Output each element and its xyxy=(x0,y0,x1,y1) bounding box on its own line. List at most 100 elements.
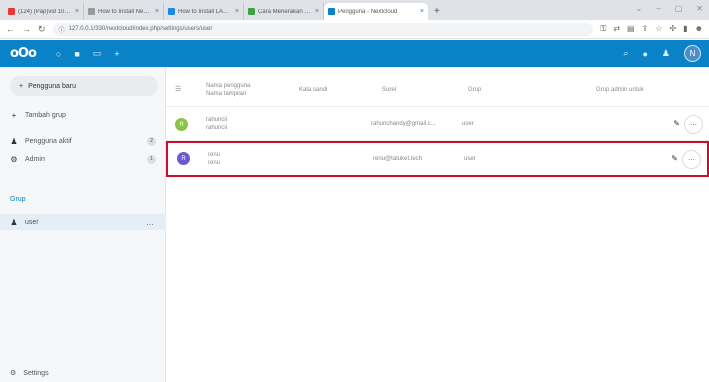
close-icon[interactable]: × xyxy=(235,8,239,15)
notifications-icon[interactable]: ● xyxy=(642,49,647,59)
site-icon xyxy=(168,8,175,15)
close-icon[interactable]: × xyxy=(315,8,319,15)
user-name-cell: rahuncii rahuncii xyxy=(206,116,227,132)
new-user-label: Pengguna baru xyxy=(28,82,76,90)
back-icon[interactable]: ← xyxy=(6,24,15,34)
edit-icon[interactable]: ✎ xyxy=(671,154,678,163)
browser-tab-active[interactable]: Pengguna - Nextcloud × xyxy=(324,3,428,20)
close-icon[interactable]: × xyxy=(75,8,79,15)
browser-tab-strip: (124) (Pap)vid 10 [12] ... × How to Inst… xyxy=(0,0,709,20)
app-navigation: ○ ■ ▭ + xyxy=(56,48,120,59)
sidebar-item-admin[interactable]: ⚙ Admin 1 xyxy=(0,151,166,167)
translate-icon[interactable]: ⇄ xyxy=(613,24,620,34)
window-controls: ⌄ – ▢ ✕ xyxy=(636,4,703,13)
extension-icons: ⚿ ⇄ ▤ ⇪ ☆ ✣ ▮ ☻ xyxy=(600,24,703,34)
display-name: renu xyxy=(208,160,221,166)
puzzle-icon[interactable]: ✣ xyxy=(669,24,676,34)
sidebar-item-label: Admin xyxy=(25,155,45,163)
users-icon: ♟ xyxy=(10,136,18,146)
settings-button[interactable]: ⚙ Settings xyxy=(10,369,49,378)
info-icon[interactable]: ⓘ xyxy=(59,25,65,34)
new-tab-button[interactable]: + xyxy=(428,3,446,20)
email-cell: rahunchandy@gmail.c... xyxy=(371,121,436,127)
close-icon[interactable]: × xyxy=(155,8,159,15)
nextcloud-logo[interactable]: oOo xyxy=(10,46,37,61)
share-icon[interactable]: ⇪ xyxy=(642,24,649,34)
url-field[interactable]: ⓘ 127.0.0.1/330/nextcloud/index.php/sett… xyxy=(52,22,594,36)
dashboard-icon[interactable]: ○ xyxy=(56,49,61,59)
files-icon[interactable]: ■ xyxy=(74,49,79,59)
username: rahuncii xyxy=(206,117,228,123)
group-cell: user xyxy=(462,121,474,127)
browser-tab[interactable]: How to Install LAMP Stack ... × xyxy=(164,3,244,20)
extension-icon[interactable]: ▤ xyxy=(627,24,635,34)
profile-icon[interactable]: ☻ xyxy=(695,24,703,34)
avatar: R xyxy=(177,152,190,165)
avatar: R xyxy=(175,118,188,131)
edit-icon[interactable]: ✎ xyxy=(673,119,680,128)
column-header-email: Surel xyxy=(382,87,397,93)
close-window-icon[interactable]: ✕ xyxy=(696,4,703,13)
sidebar-item-active-users[interactable]: ♟ Pengguna aktif 2 xyxy=(0,133,166,149)
gear-icon: ⚙ xyxy=(10,370,17,377)
plus-icon: + xyxy=(11,110,17,120)
table-row-highlighted[interactable]: R renu renu renu@tatuket.tech user ✎ ⋯ xyxy=(166,141,709,177)
column-header-name[interactable]: Nama pengguna Nama tampilan xyxy=(206,82,250,98)
column-header-password: Kata sandi xyxy=(299,87,328,93)
column-header-username: Nama pengguna xyxy=(206,83,251,89)
browser-tab[interactable]: Cara Menerakan Versi MySQL ... × xyxy=(244,3,324,20)
sidebar-item-add-group[interactable]: + Tambah grup xyxy=(0,107,166,123)
contacts-icon[interactable]: ♟ xyxy=(662,48,670,59)
column-header-displayname: Nama tampilan xyxy=(206,91,247,97)
group-caption: Grup xyxy=(10,196,26,203)
shield-icon: ⚙ xyxy=(10,154,18,164)
nextcloud-icon xyxy=(328,8,335,15)
user-name-cell: renu renu xyxy=(208,151,220,167)
username: renu xyxy=(208,152,221,158)
add-app-icon[interactable]: + xyxy=(114,49,119,59)
browser-tab[interactable]: How to Install NextCloud in ... × xyxy=(84,3,164,20)
forward-icon[interactable]: → xyxy=(22,24,31,34)
user-avatar[interactable]: N xyxy=(684,45,701,62)
reload-icon[interactable]: ↻ xyxy=(38,24,46,35)
app-header: oOo ○ ■ ▭ + ⌕ ● ♟ N xyxy=(0,40,709,67)
count-badge: 2 xyxy=(147,136,156,146)
maximize-icon[interactable]: ▢ xyxy=(675,4,683,13)
plus-icon: + xyxy=(19,82,24,90)
group-cell: user xyxy=(464,156,476,162)
chevron-down-icon[interactable]: ⌄ xyxy=(636,4,643,13)
new-user-button[interactable]: + Pengguna baru xyxy=(10,76,158,96)
table-header: ☰ Nama pengguna Nama tampilan Kata sandi… xyxy=(166,67,709,107)
count-badge: 1 xyxy=(147,154,156,164)
sidebar-item-label: user xyxy=(25,218,39,226)
sidebar-icon[interactable]: ▮ xyxy=(683,24,687,34)
page-icon xyxy=(88,8,95,15)
sidebar-item-group-user[interactable]: ♟ user … xyxy=(0,214,166,230)
table-row[interactable]: R rahuncii rahuncii rahunchandy@gmail.c.… xyxy=(166,109,709,141)
filter-icon[interactable]: ☰ xyxy=(175,85,181,93)
header-actions: ⌕ ● ♟ N xyxy=(623,45,701,62)
display-name: rahuncii xyxy=(206,125,228,131)
more-icon[interactable]: … xyxy=(146,218,154,227)
column-header-group-admin: Grup admin untuk xyxy=(596,87,644,93)
sidebar-item-label: Tambah grup xyxy=(25,111,66,119)
key-icon[interactable]: ⚿ xyxy=(600,24,606,34)
search-icon[interactable]: ⌕ xyxy=(623,48,628,59)
tab-title: Pengguna - Nextcloud xyxy=(338,8,398,15)
url-text: 127.0.0.1/330/nextcloud/index.php/settin… xyxy=(68,26,213,32)
column-header-groups: Grup xyxy=(468,87,482,93)
close-icon[interactable]: × xyxy=(420,8,424,15)
tab-title: How to Install NextCloud in ... xyxy=(98,8,152,15)
user-list: ☰ Nama pengguna Nama tampilan Kata sandi… xyxy=(166,67,709,382)
browser-tab[interactable]: (124) (Pap)vid 10 [12] ... × xyxy=(4,3,84,20)
more-actions-button[interactable]: ⋯ xyxy=(684,115,703,134)
minimize-icon[interactable]: – xyxy=(656,4,660,13)
star-icon[interactable]: ☆ xyxy=(655,24,662,34)
youtube-icon xyxy=(8,8,15,15)
tab-title: Cara Menerakan Versi MySQL ... xyxy=(258,8,312,15)
sidebar: + Pengguna baru + Tambah grup ♟ Pengguna… xyxy=(0,67,166,382)
more-actions-button[interactable]: ⋯ xyxy=(682,150,701,169)
site-icon xyxy=(248,8,255,15)
sidebar-item-label: Pengguna aktif xyxy=(25,137,72,145)
photos-icon[interactable]: ▭ xyxy=(93,48,102,59)
